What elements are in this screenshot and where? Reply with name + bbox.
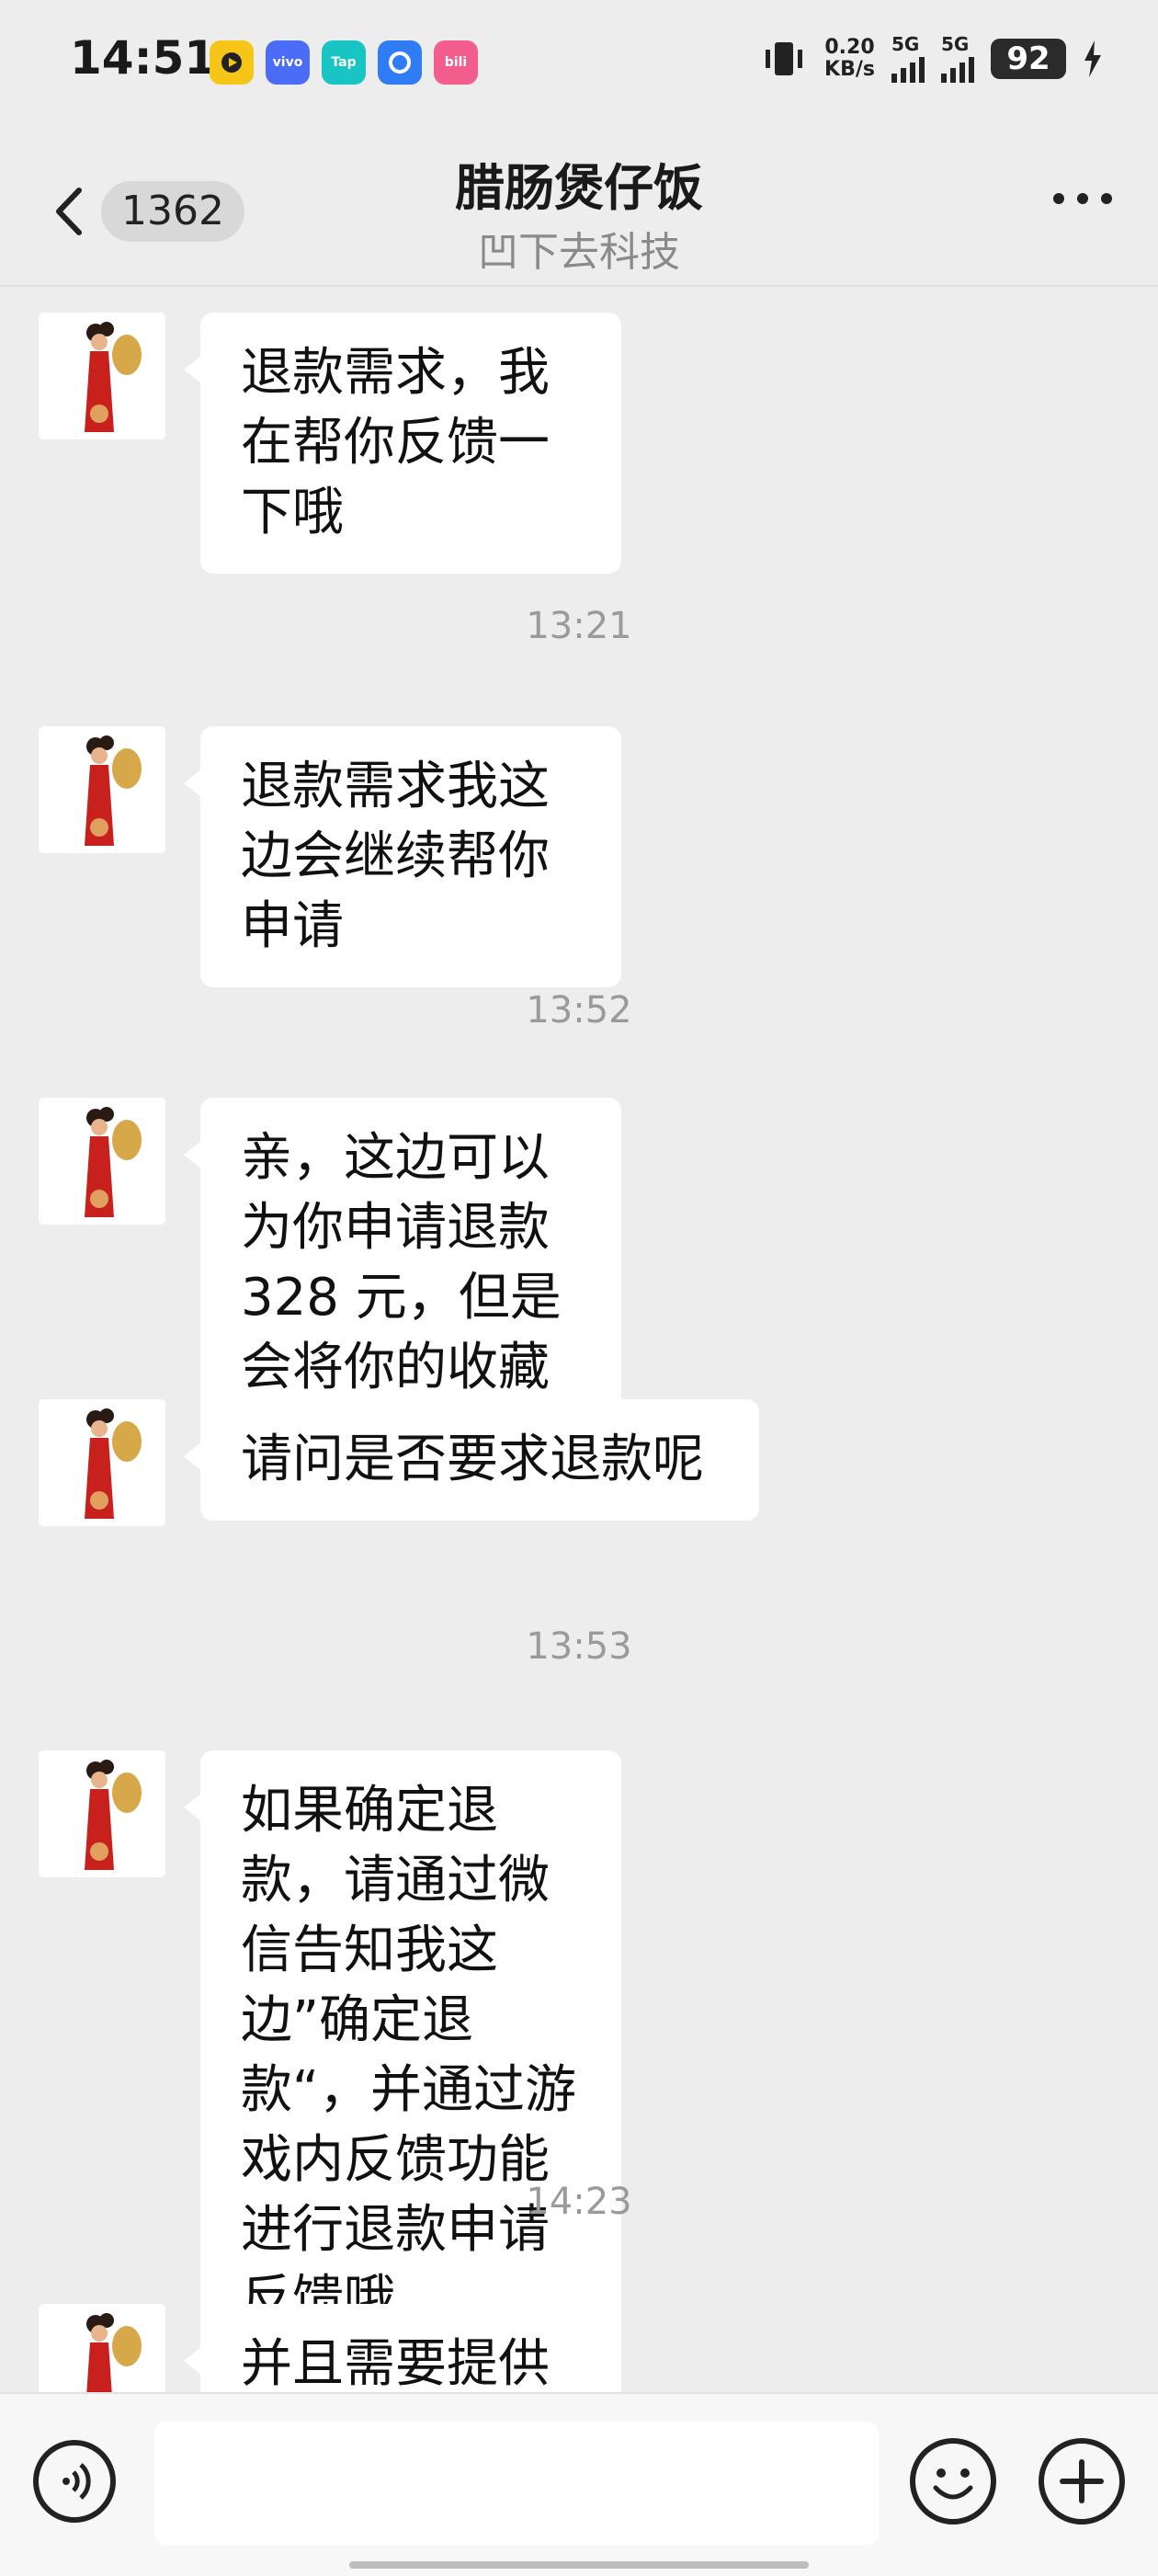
contact-avatar[interactable]: [39, 1750, 165, 1877]
incoming-message-bubble[interactable]: 请问是否要求退款呢: [184, 1399, 759, 1521]
message-timestamp: 14:23: [526, 2181, 632, 2223]
more-options-icon[interactable]: [1053, 193, 1112, 204]
signal-strength-2: 5G: [941, 35, 974, 83]
signal-strength-1: 5G: [891, 35, 925, 83]
tap-app-icon: Tap: [322, 40, 366, 85]
emoji-button[interactable]: [910, 2438, 996, 2525]
signal-bars-icon: [941, 53, 974, 83]
chat-subtitle: 凹下去科技: [478, 229, 680, 276]
vibrate-icon: [766, 42, 803, 75]
contact-avatar[interactable]: [39, 1098, 165, 1225]
video-app-icon: [210, 40, 254, 85]
cloud-app-icon: [378, 40, 422, 85]
charging-icon: [1084, 40, 1101, 77]
bilibili-app-icon: bili: [434, 40, 478, 85]
contact-avatar[interactable]: [39, 726, 165, 853]
contact-avatar[interactable]: [39, 2304, 165, 2392]
signal-bars-icon: [891, 53, 925, 83]
status-time: 14:51: [70, 31, 217, 85]
smiley-icon: [933, 2468, 973, 2500]
home-indicator[interactable]: [349, 2561, 809, 2569]
status-indicators: 0.20 KB/s 5G 5G 92: [760, 35, 1103, 83]
message-timestamp: 13:52: [526, 989, 632, 1032]
message-input[interactable]: [154, 2422, 879, 2545]
message-timestamp: 13:21: [526, 605, 632, 647]
contact-avatar[interactable]: [39, 1399, 165, 1526]
message-timestamp: 13:53: [526, 1625, 632, 1668]
more-functions-button[interactable]: [1039, 2438, 1125, 2525]
vivo-app-icon: vivo: [266, 40, 310, 85]
incoming-message-bubble[interactable]: 如果确定退款，请通过微信告知我这边”确定退款“，并通过游戏内反馈功能进行退款申请…: [184, 1750, 621, 2361]
incoming-message-bubble[interactable]: 退款需求，我在帮你反馈一下哦: [184, 313, 621, 574]
chat-header: 1362 腊肠煲仔饭 凹下去科技: [0, 138, 1158, 287]
chat-title: 腊肠煲仔饭: [455, 159, 703, 217]
voice-icon: [62, 2463, 91, 2500]
incoming-message-bubble[interactable]: 退款需求我这边会继续帮你申请: [184, 726, 621, 987]
status-bar: 14:51 vivo Tap bili 0.20 KB/s 5G 5G 92: [0, 0, 1158, 124]
plus-icon: [1060, 2459, 1104, 2503]
message-input-bar: [0, 2392, 1158, 2576]
battery-indicator: 92: [991, 39, 1066, 79]
voice-input-button[interactable]: [33, 2440, 116, 2523]
incoming-message-bubble[interactable]: 并且需要提供提供一下充值订: [184, 2304, 621, 2392]
chat-message-list[interactable]: 退款需求，我在帮你反馈一下哦 13:21 退款需求我这边会继续帮你申请 13:5…: [0, 287, 1158, 2392]
notification-app-icons: vivo Tap bili: [210, 40, 478, 85]
network-speed: 0.20 KB/s: [824, 36, 875, 81]
contact-avatar[interactable]: [39, 313, 165, 439]
